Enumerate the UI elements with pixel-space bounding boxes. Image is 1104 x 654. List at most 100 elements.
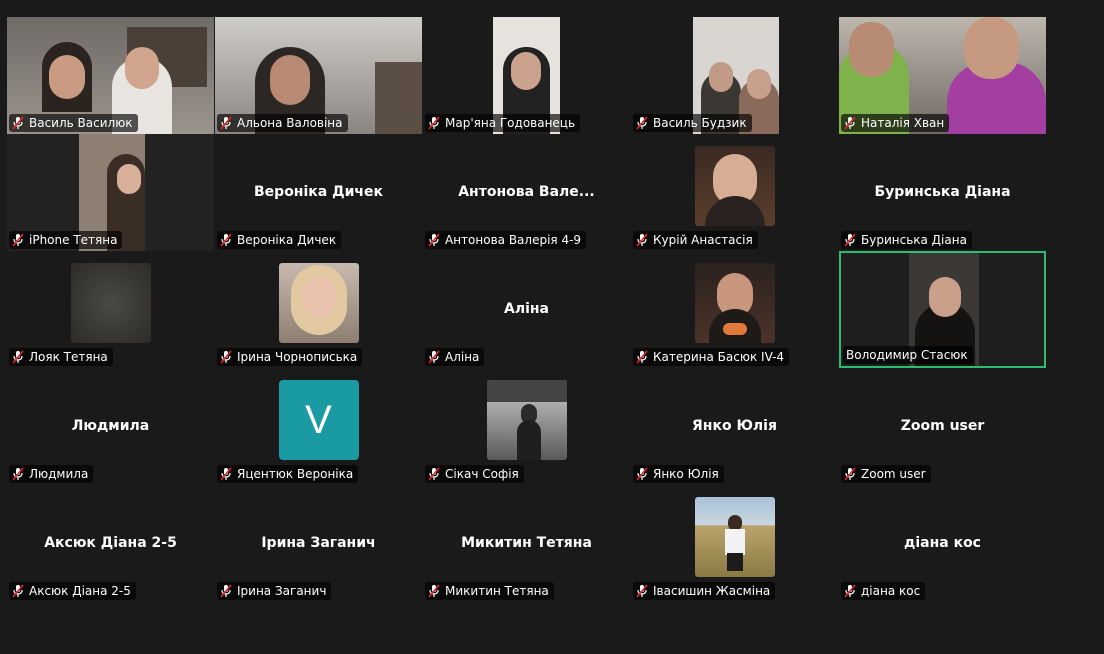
participant-tile[interactable]: Аксюк Діана 2-5 Аксюк Діана 2-5 bbox=[7, 485, 214, 602]
mic-muted-icon bbox=[12, 350, 24, 364]
participant-name: Курій Анастасія bbox=[653, 233, 753, 247]
participant-name-label: iPhone Тетяна bbox=[9, 231, 123, 249]
participant-display-name: Микитин Тетяна bbox=[461, 534, 592, 551]
mic-muted-icon bbox=[844, 467, 856, 481]
participant-name-label: Zoom user bbox=[841, 465, 931, 483]
participant-tile[interactable]: Аліна Аліна bbox=[423, 251, 630, 368]
participant-name-label: Микитин Тетяна bbox=[425, 582, 554, 600]
mic-muted-icon bbox=[428, 467, 440, 481]
participant-name: Сікач Софія bbox=[445, 467, 519, 481]
mic-muted-icon bbox=[636, 233, 648, 247]
participant-name-label: Курій Анастасія bbox=[633, 231, 758, 249]
participant-display-name: Zoom user bbox=[900, 417, 985, 434]
participant-tile[interactable]: Ірина Чорнописька bbox=[215, 251, 422, 368]
active-speaker-tile[interactable]: Володимир Стасюк bbox=[839, 251, 1046, 368]
mic-muted-icon bbox=[12, 467, 24, 481]
participant-name: Zoom user bbox=[861, 467, 926, 481]
participant-name: Аксюк Діана 2-5 bbox=[29, 584, 131, 598]
participant-name-label: Янко Юлія bbox=[633, 465, 724, 483]
participant-name-label: Людмила bbox=[9, 465, 94, 483]
participant-name: Альона Валовіна bbox=[237, 116, 343, 130]
participant-name-label: діана кос bbox=[841, 582, 926, 600]
participant-name-label: Вероніка Дичек bbox=[217, 231, 342, 249]
participant-tile[interactable]: Антонова Вале... Антонова Валерія 4-9 bbox=[423, 134, 630, 251]
participant-tile[interactable]: Янко Юлія Янко Юлія bbox=[631, 368, 838, 485]
participant-tile[interactable]: Буринська Діана Буринська Діана bbox=[839, 134, 1046, 251]
participant-tile[interactable]: Альона Валовіна bbox=[215, 17, 422, 134]
mic-muted-icon bbox=[220, 233, 232, 247]
participant-name-label: Мар'яна Годованець bbox=[425, 114, 581, 132]
participant-name: Лояк Тетяна bbox=[29, 350, 108, 364]
participant-name: Вероніка Дичек bbox=[237, 233, 337, 247]
participant-name: Катерина Басюк IV-4 bbox=[653, 350, 785, 364]
participant-tile[interactable]: Вероніка Дичек Вероніка Дичек bbox=[215, 134, 422, 251]
participant-gallery: Василь Василюк Альона Валовіна Мар'яна Г… bbox=[7, 17, 1046, 602]
participant-display-name: діана кос bbox=[904, 534, 981, 551]
participant-name: Наталія Хван bbox=[861, 116, 945, 130]
participant-name-label: Ірина Заганич bbox=[217, 582, 332, 600]
participant-name: Янко Юлія bbox=[653, 467, 719, 481]
participant-name-label: Катерина Басюк IV-4 bbox=[633, 348, 790, 366]
participant-name-label: Сікач Софія bbox=[425, 465, 524, 483]
participant-name-label: Альона Валовіна bbox=[217, 114, 348, 132]
participant-tile[interactable]: Івасишин Жасміна bbox=[631, 485, 838, 602]
mic-muted-icon bbox=[844, 584, 856, 598]
mic-muted-icon bbox=[12, 233, 24, 247]
mic-muted-icon bbox=[636, 584, 648, 598]
participant-name-label: Яцентюк Вероніка bbox=[217, 465, 359, 483]
participant-photo bbox=[70, 263, 151, 344]
participant-tile[interactable]: Лояк Тетяна bbox=[7, 251, 214, 368]
participant-display-name: Вероніка Дичек bbox=[254, 183, 383, 200]
participant-tile[interactable]: Катерина Басюк IV-4 bbox=[631, 251, 838, 368]
participant-tile[interactable]: Мар'яна Годованець bbox=[423, 17, 630, 134]
participant-name-label: Антонова Валерія 4-9 bbox=[425, 231, 587, 249]
participant-name: Микитин Тетяна bbox=[445, 584, 549, 598]
participant-name-label: Аліна bbox=[425, 348, 485, 366]
mic-muted-icon bbox=[428, 233, 440, 247]
participant-display-name: Аксюк Діана 2-5 bbox=[44, 534, 177, 551]
participant-display-name: Ірина Заганич bbox=[261, 534, 376, 551]
participant-tile[interactable]: діана кос діана кос bbox=[839, 485, 1046, 602]
mic-muted-icon bbox=[12, 584, 24, 598]
participant-tile[interactable]: Василь Будзик bbox=[631, 17, 838, 134]
participant-name: Ірина Заганич bbox=[237, 584, 327, 598]
participant-tile[interactable]: Zoom user Zoom user bbox=[839, 368, 1046, 485]
mic-muted-icon bbox=[428, 116, 440, 130]
participant-tile[interactable]: Микитин Тетяна Микитин Тетяна bbox=[423, 485, 630, 602]
mic-muted-icon bbox=[636, 116, 648, 130]
participant-photo bbox=[694, 263, 775, 344]
mic-muted-icon bbox=[220, 467, 232, 481]
mic-muted-icon bbox=[636, 350, 648, 364]
participant-name-label: Лояк Тетяна bbox=[9, 348, 113, 366]
participant-name: Аліна bbox=[445, 350, 480, 364]
participant-name-label: Василь Будзик bbox=[633, 114, 752, 132]
participant-photo bbox=[278, 263, 359, 344]
participant-name-label: Івасишин Жасміна bbox=[633, 582, 776, 600]
mic-muted-icon bbox=[428, 350, 440, 364]
participant-tile[interactable]: Ірина Заганич Ірина Заганич bbox=[215, 485, 422, 602]
participant-name-label: Аксюк Діана 2-5 bbox=[9, 582, 136, 600]
participant-tile[interactable]: iPhone Тетяна bbox=[7, 134, 214, 251]
participant-tile[interactable]: V Яцентюк Вероніка bbox=[215, 368, 422, 485]
mic-muted-icon bbox=[844, 233, 856, 247]
participant-tile[interactable]: Сікач Софія bbox=[423, 368, 630, 485]
mic-muted-icon bbox=[844, 116, 856, 130]
participant-name: Івасишин Жасміна bbox=[653, 584, 771, 598]
participant-tile[interactable]: Курій Анастасія bbox=[631, 134, 838, 251]
participant-name: Яцентюк Вероніка bbox=[237, 467, 354, 481]
participant-display-name: Людмила bbox=[71, 417, 150, 434]
participant-tile[interactable]: Людмила Людмила bbox=[7, 368, 214, 485]
mic-muted-icon bbox=[220, 116, 232, 130]
participant-name: Василь Василюк bbox=[29, 116, 133, 130]
participant-name: Буринська Діана bbox=[861, 233, 967, 247]
participant-name: Василь Будзик bbox=[653, 116, 747, 130]
participant-tile[interactable]: Наталія Хван bbox=[839, 17, 1046, 134]
participant-display-name: Антонова Вале... bbox=[458, 183, 595, 200]
participant-name: Мар'яна Годованець bbox=[445, 116, 576, 130]
participant-photo bbox=[694, 146, 775, 227]
participant-tile[interactable]: Василь Василюк bbox=[7, 17, 214, 134]
mic-muted-icon bbox=[636, 467, 648, 481]
participant-name-label: Наталія Хван bbox=[841, 114, 950, 132]
participant-name: Людмила bbox=[29, 467, 89, 481]
mic-muted-icon bbox=[220, 350, 232, 364]
